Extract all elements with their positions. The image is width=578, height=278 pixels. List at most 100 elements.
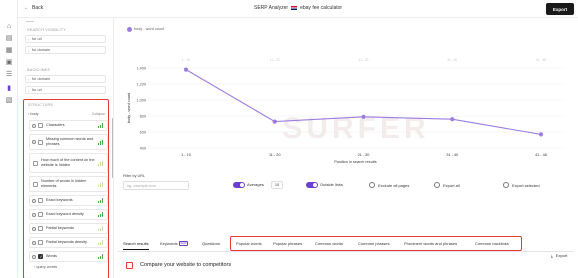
filter-label: Filter by URL xyxy=(123,174,146,178)
outside-links-label: Outside links xyxy=(320,182,343,187)
data-point xyxy=(361,114,366,119)
top-column-label: 11 - 20 xyxy=(270,58,280,62)
averages-toggle[interactable] xyxy=(233,182,245,188)
signal-bars-icon xyxy=(98,160,104,166)
back-button[interactable]: ← Back xyxy=(24,5,43,11)
item-label: Partial keywords density xyxy=(46,240,87,244)
structure-item-exact-keyword-density[interactable]: Exact keyword density xyxy=(29,209,108,220)
signal-bars-icon xyxy=(98,181,104,187)
flag-icon xyxy=(291,6,298,10)
list-icon[interactable]: ☰ xyxy=(5,70,13,78)
new-badge: NEW xyxy=(178,241,189,247)
grid-icon[interactable]: ▦ xyxy=(5,46,13,54)
info-icon[interactable] xyxy=(32,212,36,217)
x-tick-label: 41 - 48 xyxy=(535,153,547,157)
exclude-all-button[interactable]: Exclude all pages xyxy=(369,182,409,188)
serp-analyzer-icon[interactable]: ▮ xyxy=(5,84,13,92)
outside-links-toggle[interactable] xyxy=(306,182,318,188)
export-selected-button[interactable]: Export selected xyxy=(503,182,540,188)
query-words-item[interactable]: › query words xyxy=(34,265,57,269)
structure-item-hidden-content[interactable]: How much of the content on the website i… xyxy=(29,153,108,173)
bl-for-domain[interactable]: for domain xyxy=(25,75,106,83)
export-results-label: Export xyxy=(555,253,568,258)
back-label: Back xyxy=(32,5,44,11)
x-axis-label: Position in search results xyxy=(334,160,376,164)
page-title: SERP Analyzer ebay fee calculator xyxy=(254,5,342,11)
sv-for-domain[interactable]: for domain xyxy=(25,46,106,54)
info-icon[interactable] xyxy=(32,140,36,144)
tab-keywords[interactable]: Keywords NEW xyxy=(160,241,189,247)
structure-title: STRUCTURE xyxy=(28,103,54,107)
audit-icon[interactable]: ▧ xyxy=(5,96,13,104)
checkbox[interactable] xyxy=(38,226,43,231)
checkbox[interactable] xyxy=(38,212,43,217)
checkbox-checked[interactable] xyxy=(38,254,43,259)
structure-item-characters[interactable]: Characters xyxy=(29,120,108,131)
body-group[interactable]: › body xyxy=(28,112,39,116)
collapse-link[interactable]: Collapse xyxy=(92,112,105,116)
info-icon[interactable] xyxy=(32,198,36,203)
y-tick-label: 400 xyxy=(140,146,146,150)
structure-item-partial-keywords-density[interactable]: Partial keywords density xyxy=(29,237,108,248)
content-editor-icon[interactable]: ▤ xyxy=(5,34,13,42)
export-results-button[interactable]: ⤓ Export xyxy=(551,253,567,258)
checkbox[interactable] xyxy=(38,139,43,145)
tabs-highlight xyxy=(230,236,522,251)
data-point xyxy=(450,117,455,122)
checkbox[interactable] xyxy=(33,160,38,166)
structure-item-hidden-words[interactable]: Number of words in hidden elements xyxy=(29,176,108,192)
structure-item-partial-keywords[interactable]: Partial keywords xyxy=(29,223,108,234)
data-point xyxy=(538,132,544,137)
tab-questions[interactable]: Questions xyxy=(202,241,220,246)
data-point xyxy=(183,67,189,72)
item-label: Characters xyxy=(46,123,65,127)
checkbox[interactable] xyxy=(38,198,43,203)
compare-title: Compare your website to competitors xyxy=(140,262,232,268)
signal-bars-icon xyxy=(98,212,104,217)
export-selected-label: Export selected xyxy=(512,182,540,188)
x-tick-label: 1 - 10 xyxy=(181,153,191,157)
bl-for-url[interactable]: for url xyxy=(25,86,106,94)
top-column-label: 31 - 40 xyxy=(447,58,457,62)
filter-url-input[interactable]: eg. example.com xyxy=(123,181,189,190)
collapse-handle-icon[interactable] xyxy=(26,21,34,27)
home-icon[interactable]: ⌂ xyxy=(5,22,13,30)
tab-search-results[interactable]: Search results xyxy=(123,241,149,250)
export-all-button[interactable]: Export all xyxy=(434,182,460,188)
line-chart: SURFER4006008001,0001,2001,4001 - 10 11 -… xyxy=(127,58,563,164)
exclude-label: Exclude all pages xyxy=(378,182,410,188)
signal-bars-icon xyxy=(98,123,104,128)
checkbox[interactable] xyxy=(38,123,43,128)
chart-panel: body - word count SURFER 400 600 800 1,000 1,… xyxy=(118,18,578,173)
query-text: ebay fee calculator xyxy=(300,5,343,11)
info-icon[interactable] xyxy=(32,254,36,259)
outside-links-control: Outside links xyxy=(320,182,343,187)
structure-item-words[interactable]: Words xyxy=(29,251,108,262)
layout-icon[interactable]: ▣ xyxy=(5,58,13,66)
averages-label: Averages xyxy=(247,182,264,187)
y-tick-label: 1,000 xyxy=(136,98,146,102)
info-icon[interactable] xyxy=(32,226,36,231)
signal-bars-icon xyxy=(98,254,104,259)
sidebar: SEARCH VISIBILITY for url for domain BAC… xyxy=(18,18,114,278)
backlinks-title: BACKLINKS xyxy=(27,68,51,72)
averages-input[interactable]: 10 xyxy=(271,181,283,189)
checkbox[interactable] xyxy=(38,240,43,245)
info-icon[interactable] xyxy=(32,240,36,245)
top-bar: ← Back SERP Analyzer ebay fee calculator… xyxy=(18,0,578,18)
signal-bars-icon xyxy=(98,226,104,231)
export-button[interactable]: Export xyxy=(546,3,574,15)
item-label: Partial keywords xyxy=(46,226,74,230)
structure-item-missing-common[interactable]: Missing common words and phrases xyxy=(29,134,108,150)
checkbox[interactable] xyxy=(33,181,38,187)
sv-for-url[interactable]: for url xyxy=(25,35,106,43)
top-column-label: 21 - 30 xyxy=(359,58,369,62)
info-icon[interactable] xyxy=(32,123,36,128)
download-icon: ⤓ xyxy=(551,253,553,258)
item-label: Exact keyword density xyxy=(46,212,84,216)
averages-control: Averages xyxy=(247,182,264,187)
top-column-label: 41 - 48 xyxy=(536,58,546,62)
structure-item-exact-keywords[interactable]: Exact keywords xyxy=(29,195,108,206)
x-tick-label: 21 - 30 xyxy=(358,153,370,157)
sidebar-scrollbar[interactable] xyxy=(112,118,113,178)
